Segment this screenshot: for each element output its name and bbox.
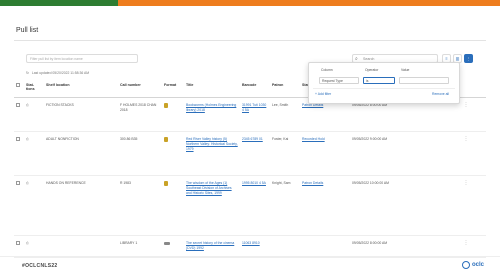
book-icon [164,137,168,142]
book-icon [164,181,168,186]
print-icon[interactable]: ⎙ [24,175,44,236]
select-all-checkbox[interactable] [16,83,20,87]
oclc-logo-text: oclc [471,262,484,268]
dropdown-divider [313,88,455,89]
oclc-logo-mark [461,261,470,269]
column-header[interactable]: Title [184,80,240,98]
value-input[interactable] [399,77,449,84]
row-checkbox[interactable] [16,241,20,245]
barcode-link[interactable]: 1995 8010 4 5A [242,181,266,185]
search-placeholder: Search [363,57,375,61]
row-menu-icon[interactable]: ⋮ [446,175,486,236]
title-link[interactable]: Red River Valley history (5) Northern Va… [186,137,238,151]
brand-bar [0,0,500,6]
filter-dropdown: Column Operator Value Request Type is + … [308,62,460,104]
oclc-logo: oclc [461,261,484,269]
patron-name [270,235,300,258]
remove-all-button[interactable]: Remove all [432,92,449,96]
select-all-header[interactable] [14,80,24,98]
event-hashtag: #OCLCNLS22 [22,263,58,269]
status-link[interactable]: Recorded Hold [302,137,325,141]
add-filter-button[interactable]: + Add filter [315,92,331,96]
title-link[interactable]: Bookworms (Holmes Engineering library) 2… [186,103,236,112]
call-number: F HOLMES 2018 CHAN 2018 [118,97,162,132]
title-link[interactable]: The wisdom of the Ages (1) Southeast Div… [186,181,232,195]
column-header[interactable]: Stat-tions [24,80,44,98]
pickup-date: 09/05/2022 8:00:00 AM [350,235,406,258]
filter-input[interactable]: Filter pull list by item location name [26,54,138,63]
patron-name: Foster, Kai [270,131,300,176]
row-menu-icon[interactable]: ⋮ [446,131,486,176]
shelf-location: FICTION STACKS [44,97,118,132]
column-header[interactable]: Shelf location [44,80,118,98]
table-row[interactable]: ⎙ ADULT NONFICTION 300.86 B35 Red River … [14,131,486,176]
operator-heading: Operator [365,68,379,72]
print-icon[interactable]: ⎙ [24,235,44,258]
brand-bar-orange [118,0,500,6]
value-heading: Value [401,68,410,72]
barcode-link[interactable]: 31991 Tuti 1030 4 5A [242,103,266,112]
pickup-date: 09/05/2022 9:00:00 AM [350,131,406,176]
column-heading: Column [321,68,333,72]
more-icon: ⋮ [466,56,471,61]
column-select[interactable]: Request Type [319,77,359,84]
row-checkbox[interactable] [16,103,20,107]
column-header[interactable]: Barcode [240,80,270,98]
footer: #OCLCNLS22 oclc [0,256,500,277]
last-updated: ↻ Last updated 05/20/2022 11:58:36 AM [26,71,89,75]
brand-bar-green [0,0,118,6]
barcode-link[interactable]: 2345 6789 01 [242,137,263,141]
operator-select[interactable]: is [363,77,395,84]
row-checkbox[interactable] [16,181,20,185]
print-icon[interactable]: ⎙ [24,97,44,132]
column-header[interactable]: Call number [118,80,162,98]
shelf-location: ADULT NONFICTION [44,131,118,176]
patron-name: Knight, Sam [270,175,300,236]
print-icon[interactable]: ⎙ [24,131,44,176]
call-number: 300.86 B35 [118,131,162,176]
refresh-icon[interactable]: ↻ [26,71,29,75]
shelf-location [44,235,118,258]
more-button[interactable]: ⋮ [464,54,473,63]
table-row[interactable]: ⎙ LIBRARY 1 The secret history of the ci… [14,235,486,258]
barcode-link[interactable]: 11063 8910 [242,241,260,245]
row-checkbox[interactable] [16,137,20,141]
book-icon [164,103,168,108]
pickup-date: 09/05/2022 10:00:00 AM [350,175,406,236]
shelf-location: HANDS ON REFERENCE [44,175,118,236]
call-number: R 1983 [118,175,162,236]
title-divider [14,40,486,41]
column-header[interactable]: Format [162,80,184,98]
row-menu-icon[interactable]: ⋮ [446,235,486,258]
column-header[interactable]: Patron [270,80,300,98]
pull-list-table: Stat-tions Shelf location Call number Fo… [14,80,486,258]
columns-icon: ▥ [455,56,460,61]
call-number: LIBRARY 1 [118,235,162,258]
title-link[interactable]: The secret history of the cinema (DVD) 1… [186,241,234,250]
last-updated-text: Last updated 05/20/2022 11:58:36 AM [31,71,90,75]
dvd-icon [164,242,170,245]
page-title: Pull list [16,27,39,34]
filter-icon: ≡ [445,56,448,61]
status-link[interactable]: Patron Details [302,181,323,185]
patron-name: Lee, Smith [270,97,300,132]
table-row[interactable]: ⎙ HANDS ON REFERENCE R 1983 The wisdom o… [14,175,486,236]
